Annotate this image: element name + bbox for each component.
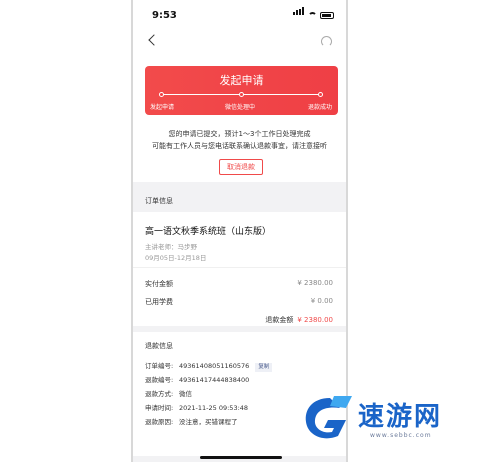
battery-icon [320, 12, 334, 19]
paid-amount-label: 实付金额 [145, 280, 173, 288]
refund-progress-card: 发起申请 发起申请 微信处理中 退款成功 您的申请已提交，预计1～3个工作日处理… [133, 58, 346, 182]
amount-card: 实付金额 ¥ 2380.00 已用学费 ¥ 0.00 退款金额 ¥ 2380.00 [133, 267, 346, 326]
info-key: 退款方式: [145, 390, 174, 398]
refund-total: 退款金额 ¥ 2380.00 [265, 315, 333, 325]
info-key: 退款原因: [145, 418, 174, 426]
paid-amount-value: ¥ 2380.00 [297, 279, 333, 287]
order-section-header: 订单信息 [133, 188, 346, 212]
info-key: 退款编号: [145, 376, 174, 384]
status-icons [293, 7, 334, 19]
course-dates: 09月05日-12月18日 [145, 254, 207, 262]
info-key: 申请时间: [145, 404, 174, 412]
used-fee-value: ¥ 0.00 [310, 297, 333, 305]
back-icon[interactable] [148, 34, 160, 46]
info-value: 微信 [179, 390, 192, 398]
info-value: 没注意，买错课程了 [179, 418, 238, 426]
watermark-url: www.sebbc.com [370, 432, 432, 439]
info-value: 2021-11-25 09:53:48 [179, 404, 249, 412]
step-dot [159, 92, 164, 97]
status-time: 9:53 [152, 10, 177, 21]
step-label: 微信处理中 [225, 104, 256, 111]
customer-service-icon[interactable] [321, 36, 332, 47]
refund-notice: 您的申请已提交，预计1～3个工作日处理完成 可能有工作人员与您电话联系确认退款事… [133, 128, 346, 152]
refund-number-row: 退款编号: 49361417444838400 [145, 374, 249, 384]
refund-reason-row: 退款原因: 没注意，买错课程了 [145, 416, 238, 426]
course-card[interactable]: 高一语文秋季系统班（山东版） 主讲老师：马步野 09月05日-12月18日 [133, 212, 346, 267]
refund-amount-value: ¥ 2380.00 [297, 316, 333, 324]
step-dot [239, 92, 244, 97]
section-title: 订单信息 [145, 197, 173, 205]
banner-title: 发起申请 [219, 74, 264, 87]
info-value: 49361408051160576 [179, 362, 250, 370]
order-number-row: 订单编号: 49361408051160576 复制 [145, 360, 273, 372]
notice-line: 可能有工作人员与您电话联系确认退款事宜，请注意接听 [152, 142, 327, 150]
teacher-name: 主讲老师：马步野 [145, 243, 197, 251]
watermark-text: 速游网 [358, 402, 443, 432]
used-fee-label: 已用学费 [145, 298, 173, 306]
step-label: 发起申请 [150, 104, 175, 111]
wifi-icon [308, 12, 317, 19]
info-value: 49361417444838400 [179, 376, 250, 384]
apply-time-row: 申请时间: 2021-11-25 09:53:48 [145, 402, 248, 412]
course-title: 高一语文秋季系统班（山东版） [145, 227, 272, 237]
step-label: 退款成功 [308, 104, 333, 111]
info-key: 订单编号: [145, 362, 174, 370]
step-dot [318, 92, 323, 97]
home-indicator [200, 456, 282, 459]
brand-logo-icon [305, 396, 352, 439]
notice-line: 您的申请已提交，预计1～3个工作日处理完成 [168, 130, 311, 138]
status-bar: 9:53 [133, 0, 346, 28]
refund-amount-label: 退款金额 [265, 316, 294, 324]
copy-button[interactable]: 复制 [255, 363, 273, 372]
signal-icon [293, 0, 305, 19]
progress-banner: 发起申请 发起申请 微信处理中 退款成功 [145, 66, 338, 115]
site-watermark: 速游网 www.sebbc.com [298, 390, 480, 450]
cancel-refund-button[interactable]: 取消退款 [219, 159, 263, 175]
section-title: 退款信息 [145, 342, 173, 350]
nav-bar [133, 28, 346, 58]
refund-method-row: 退款方式: 微信 [145, 388, 192, 398]
progress-track [159, 92, 323, 97]
